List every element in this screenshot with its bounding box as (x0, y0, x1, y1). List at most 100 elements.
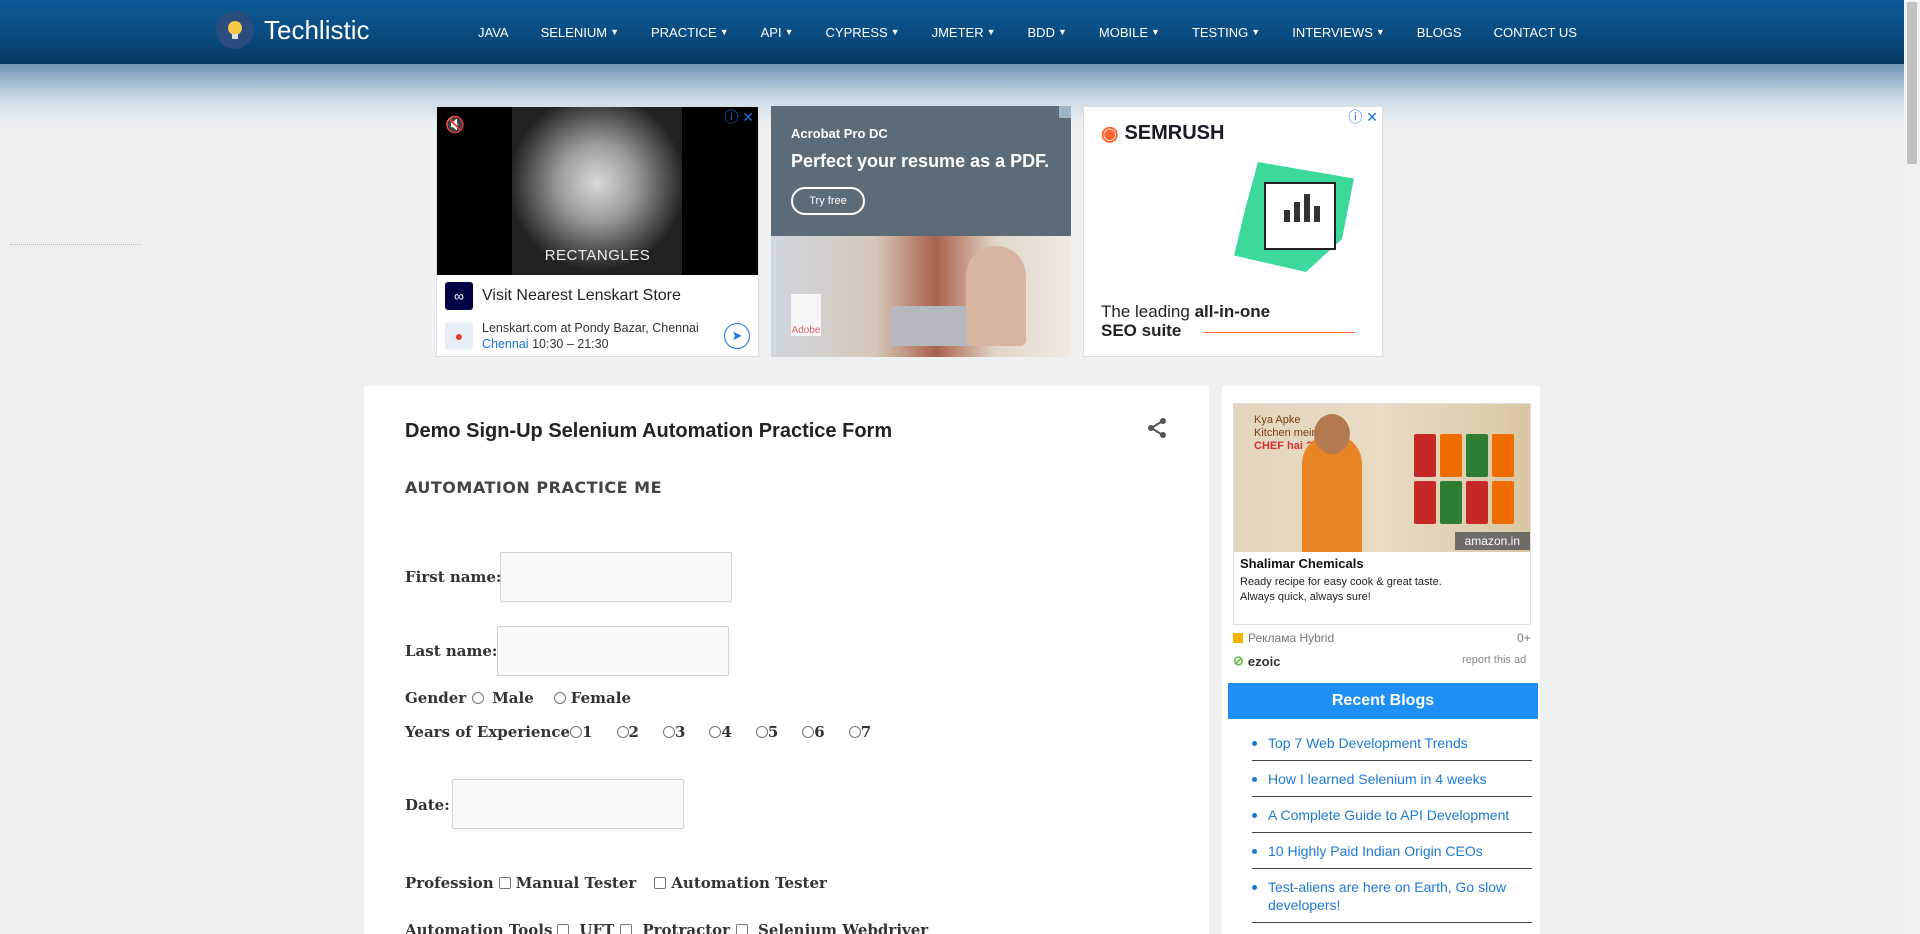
tagline-prefix: The leading (1101, 302, 1195, 321)
last-name-input[interactable] (497, 626, 729, 676)
ad-close-icon[interactable]: ⓘ ✕ (1348, 107, 1378, 127)
nav-practice[interactable]: PRACTICE ▼ (651, 25, 729, 40)
person-image (966, 246, 1026, 346)
ad-hours: 10:30 – 21:30 (532, 337, 609, 351)
site-logo[interactable]: Techlistic (216, 11, 369, 49)
caret-down-icon: ▼ (719, 27, 729, 37)
share-icon[interactable] (1145, 416, 1169, 440)
page-title: Demo Sign-Up Selenium Automation Practic… (405, 420, 893, 442)
report-ad-link[interactable]: report this ad (1462, 654, 1526, 666)
caret-down-icon: ▼ (1375, 27, 1385, 37)
first-name-input[interactable] (500, 552, 732, 602)
selenium-webdriver-label: Selenium Webdriver (758, 921, 929, 934)
nav-selenium[interactable]: SELENIUM ▼ (541, 25, 619, 40)
nav-contact-us[interactable]: CONTACT US (1494, 25, 1577, 40)
nav-label: CONTACT US (1493, 24, 1577, 40)
ad-title[interactable]: Shalimar Chemicals (1240, 556, 1364, 571)
automation-tester-checkbox[interactable] (654, 877, 667, 889)
experience-option: 7 (860, 723, 872, 741)
main-nav: JAVA SELENIUM ▼ PRACTICE ▼ API ▼ CYPRESS ▼ J… (478, 0, 1609, 64)
ad-headline: Perfect your resume as a PDF. (791, 151, 1050, 171)
ad-close-icon[interactable]: ⓘ ✕ (724, 107, 754, 127)
nav-label: PRACTICE (650, 24, 717, 40)
nav-cypress[interactable]: CYPRESS ▼ (826, 25, 900, 40)
scrollbar-thumb[interactable] (1907, 2, 1917, 164)
ad-tagline: The leading all-in-one SEO suite (1101, 302, 1270, 340)
caret-down-icon: ▼ (1251, 27, 1261, 37)
protractor-label: Protractor (642, 921, 731, 934)
nav-testing[interactable]: TESTING ▼ (1192, 25, 1260, 40)
semrush-ad[interactable]: ◉ SEMRUSH ⓘ ✕ The leading all-in-one SEO … (1083, 106, 1383, 357)
manual-tester-checkbox[interactable] (498, 877, 511, 889)
ezoic-logo[interactable]: ⊘ ezoic (1233, 653, 1280, 669)
protractor-checkbox[interactable] (620, 924, 633, 934)
gender-label: Gender (405, 689, 467, 707)
ezoic-label: ezoic (1247, 653, 1281, 669)
date-input[interactable] (452, 779, 684, 829)
nav-jmeter[interactable]: JMETER ▼ (932, 25, 996, 40)
first-name-label: First name: (405, 568, 502, 586)
experience-row: Years of Experience 1 2 3 4 5 6 7 (405, 723, 871, 741)
spice-packs (1414, 434, 1514, 524)
experience-radio-1[interactable] (570, 726, 583, 738)
blog-link[interactable]: Test-aliens are here on Earth, Go slow d… (1252, 878, 1532, 923)
tools-label: Automation Tools (405, 921, 553, 934)
gender-male-radio[interactable] (472, 692, 485, 704)
page-scrollbar[interactable] (1904, 0, 1920, 934)
blog-link[interactable]: How I learned Selenium in 4 weeks (1252, 770, 1532, 797)
try-free-button[interactable]: Try free (791, 187, 865, 215)
ad-description: Ready recipe for easy cook & great taste… (1240, 575, 1442, 605)
gender-female-radio[interactable] (553, 692, 566, 704)
experience-radio-6[interactable] (802, 726, 815, 738)
adobe-logo: Adobe (791, 294, 821, 336)
blog-link[interactable]: A Complete Guide to API Development (1252, 806, 1532, 833)
bulb-icon (216, 11, 254, 49)
experience-radio-4[interactable] (709, 726, 722, 738)
uft-checkbox[interactable] (557, 924, 570, 934)
nav-java[interactable]: JAVA (478, 25, 509, 40)
mute-icon[interactable]: 🔇 (445, 115, 465, 135)
nav-label: JAVA (478, 24, 509, 40)
adchoices-icon[interactable] (1059, 106, 1071, 118)
nav-blogs[interactable]: BLOGS (1417, 25, 1462, 40)
chef-line1: Kya Apke (1254, 414, 1301, 426)
last-name-label: Last name: (405, 642, 498, 660)
directions-icon[interactable]: ➤ (724, 323, 750, 349)
caret-down-icon: ▼ (784, 27, 794, 37)
ad-desc-line2: Always quick, always sure! (1240, 591, 1371, 603)
nav-interviews[interactable]: INTERVIEWS ▼ (1292, 25, 1385, 40)
nav-bdd[interactable]: BDD ▼ (1028, 25, 1067, 40)
caret-down-icon: ▼ (1057, 27, 1067, 37)
caret-down-icon: ▼ (890, 27, 900, 37)
automation-tester-label: Automation Tester (671, 874, 827, 892)
shalimar-ad[interactable]: Kya Apke Kitchen mein CHEF hai ? amazon.… (1233, 403, 1531, 625)
ad-product-image: Kya Apke Kitchen mein CHEF hai ? amazon.… (1234, 404, 1530, 552)
caret-down-icon: ▼ (986, 27, 996, 37)
nav-label: CYPRESS (825, 24, 888, 40)
lenskart-ad[interactable]: RECTANGLES 🔇 ⓘ ✕ ∞ Visit Nearest Lenskar… (436, 106, 759, 357)
date-label: Date: (405, 796, 450, 814)
experience-option: 4 (721, 723, 732, 741)
experience-label: Years of Experience (405, 723, 571, 741)
blog-link[interactable]: Top 7 Web Development Trends (1252, 734, 1532, 761)
nav-label: INTERVIEWS (1292, 24, 1373, 40)
video-caption: RECTANGLES (544, 247, 651, 264)
nav-label: MOBILE (1098, 24, 1149, 40)
experience-radio-2[interactable] (616, 726, 629, 738)
nav-label: BDD (1027, 24, 1055, 40)
ad-video[interactable]: RECTANGLES 🔇 ⓘ ✕ (437, 107, 758, 275)
nav-mobile[interactable]: MOBILE ▼ (1099, 25, 1160, 40)
ad-store-title[interactable]: Visit Nearest Lenskart Store (482, 287, 681, 305)
divider (10, 244, 140, 245)
semrush-brand: SEMRUSH (1124, 122, 1225, 144)
experience-radio-3[interactable] (662, 726, 675, 738)
ad-network-label: Реклама Hybrid (1248, 631, 1335, 645)
profession-row: Profession Manual Tester Automation Test… (405, 874, 827, 892)
nav-api[interactable]: API ▼ (761, 25, 794, 40)
adobe-ad[interactable]: Acrobat Pro DC Perfect your resume as a … (771, 106, 1071, 357)
blog-link[interactable]: 10 Highly Paid Indian Origin CEOs (1252, 842, 1532, 869)
selenium-webdriver-checkbox[interactable] (736, 924, 749, 934)
experience-radio-7[interactable] (848, 726, 861, 738)
caret-down-icon: ▼ (1151, 27, 1160, 37)
experience-radio-5[interactable] (755, 726, 768, 738)
